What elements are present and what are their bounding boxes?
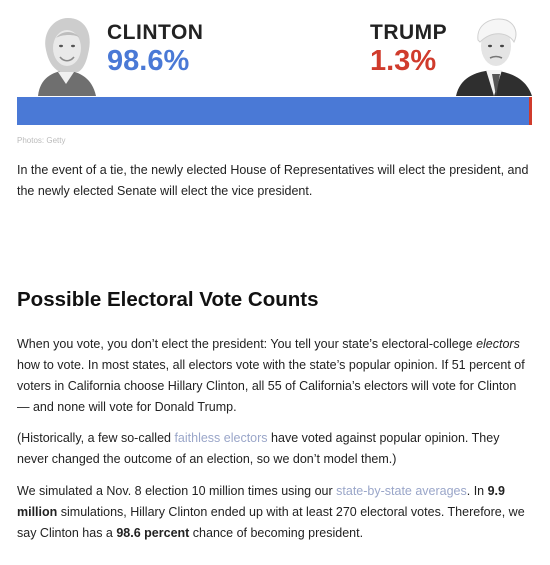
trump-photo [452, 12, 534, 96]
electors-paragraph: When you vote, you don’t elect the presi… [17, 334, 532, 418]
simulation-paragraph: We simulated a Nov. 8 election 10 millio… [17, 481, 532, 544]
photo-credit: Photos: Getty [17, 136, 66, 145]
win-probability-bar [17, 97, 532, 125]
electors-text-1: When you vote, you don’t elect the presi… [17, 337, 477, 351]
clinton-photo [32, 12, 100, 96]
simulation-text-2: . In [466, 484, 488, 498]
tie-paragraph: In the event of a tie, the newly elected… [17, 163, 529, 198]
faithless-paragraph: (Historically, a few so-called faithless… [17, 428, 532, 470]
clinton-percentage: 98.6% [107, 45, 190, 77]
forecast-page: CLINTON 98.6% TRUMP 1.3% Photos: Getty I… [0, 0, 550, 565]
trump-probability-segment [529, 97, 532, 125]
simulation-text-1: We simulated a Nov. 8 election 10 millio… [17, 484, 337, 498]
faithless-text-1: (Historically, a few so-called [17, 431, 175, 445]
clinton-name: CLINTON [107, 21, 204, 44]
electors-text-2: how to vote. In most states, all elector… [17, 358, 525, 414]
section-title: Possible Electoral Vote Counts [17, 288, 319, 311]
simulation-text-4: chance of becoming president. [189, 526, 364, 540]
faithless-electors-link[interactable]: faithless electors [174, 431, 267, 445]
trump-name: TRUMP [370, 21, 448, 44]
clinton-chance: 98.6 percent [116, 526, 190, 540]
state-averages-link[interactable]: state-by-state averages [336, 484, 467, 498]
electors-emphasis: electors [476, 337, 520, 351]
trump-percentage: 1.3% [370, 45, 437, 77]
